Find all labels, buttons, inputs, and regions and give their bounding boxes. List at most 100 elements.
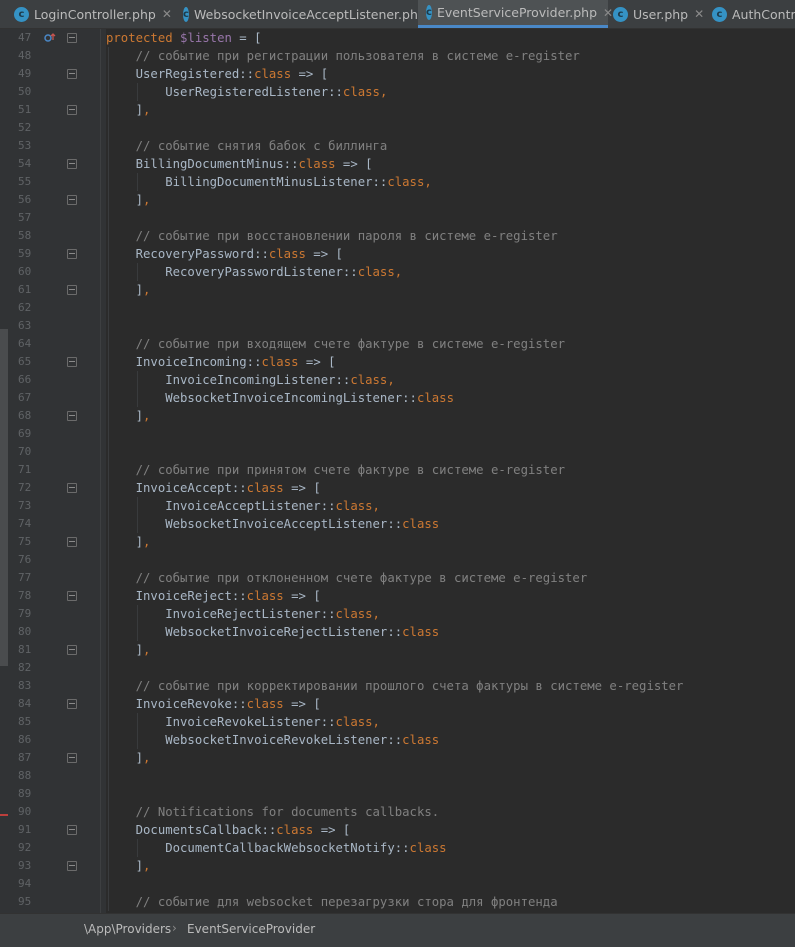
line-number: 77 <box>18 571 32 584</box>
line-number: 62 <box>18 301 32 314</box>
code-text[interactable]: InvoiceReject::class => [ <box>106 587 321 605</box>
fold-icon[interactable] <box>67 483 77 493</box>
code-text[interactable]: // событие при входящем счете фактуре в … <box>106 335 565 353</box>
fold-icon[interactable] <box>67 861 77 871</box>
code-text[interactable]: InvoiceRevokeListener::class, <box>106 713 380 731</box>
code-text[interactable]: InvoiceIncoming::class => [ <box>106 353 336 371</box>
code-text[interactable]: InvoiceAcceptListener::class, <box>106 497 380 515</box>
code-text[interactable]: BillingDocumentMinus::class => [ <box>106 155 373 173</box>
tab-2[interactable]: cWebsocketInvoiceAcceptListener.php✕ <box>175 0 442 28</box>
code-line: 47 protected $listen = [ <box>0 29 795 47</box>
code-text[interactable]: InvoiceRevoke::class => [ <box>106 695 321 713</box>
fold-icon[interactable] <box>67 69 77 79</box>
code-text[interactable]: InvoiceAccept::class => [ <box>106 479 321 497</box>
fold-icon[interactable] <box>67 645 77 655</box>
fold-icon[interactable] <box>67 753 77 763</box>
fold-icon[interactable] <box>67 825 77 835</box>
code-text[interactable]: // событие снятия бабок с биллинга <box>106 137 388 155</box>
fold-icon[interactable] <box>67 285 77 295</box>
code-text[interactable]: ], <box>106 641 151 659</box>
code-text[interactable]: DocumentCallbackWebsocketNotify::class <box>106 839 446 857</box>
line-number: 54 <box>18 157 32 170</box>
code-editor[interactable]: 47 protected $listen = [48 // событие при… <box>0 29 795 913</box>
code-text[interactable]: // событие при восстановлении пароля в с… <box>106 227 558 245</box>
code-text[interactable]: ], <box>106 407 151 425</box>
indent-guide <box>108 47 109 911</box>
code-text[interactable]: BillingDocumentMinusListener::class, <box>106 173 432 191</box>
tab-1[interactable]: c LoginController.php ✕ <box>6 0 174 28</box>
tab-4[interactable]: c User.php ✕ <box>605 0 707 28</box>
indent-guide <box>137 371 138 407</box>
code-text[interactable]: // событие при отклоненном счете фактуре… <box>106 569 588 587</box>
code-line: 58 // событие при восстановлении пароля … <box>0 227 795 245</box>
fold-icon[interactable] <box>67 537 77 547</box>
fold-icon[interactable] <box>67 105 77 115</box>
code-text[interactable]: InvoiceRejectListener::class, <box>106 605 380 623</box>
code-text[interactable]: ], <box>106 101 151 119</box>
close-icon[interactable]: ✕ <box>694 7 704 21</box>
code-text[interactable]: UserRegisteredListener::class, <box>106 83 387 101</box>
line-number: 71 <box>18 463 32 476</box>
line-number: 58 <box>18 229 32 242</box>
tab-5[interactable]: c AuthControll <box>704 0 795 28</box>
line-number: 95 <box>18 895 32 908</box>
fold-icon[interactable] <box>67 357 77 367</box>
indent-guide <box>137 83 138 101</box>
code-line: 59 RecoveryPassword::class => [ <box>0 245 795 263</box>
close-icon[interactable]: ✕ <box>162 7 172 21</box>
code-line: 57 <box>0 209 795 227</box>
line-number: 87 <box>18 751 32 764</box>
code-text[interactable]: ], <box>106 191 151 209</box>
code-text[interactable]: WebsocketInvoiceRejectListener::class <box>106 623 439 641</box>
code-line: 68 ], <box>0 407 795 425</box>
code-line: 73 InvoiceAcceptListener::class, <box>0 497 795 515</box>
fold-icon[interactable] <box>67 699 77 709</box>
breadcrumb-class[interactable]: EventServiceProvider <box>187 922 315 936</box>
code-line: 72 InvoiceAccept::class => [ <box>0 479 795 497</box>
code-line: 62 <box>0 299 795 317</box>
line-number: 75 <box>18 535 32 548</box>
line-number: 56 <box>18 193 32 206</box>
code-text[interactable]: ], <box>106 281 151 299</box>
code-text[interactable]: WebsocketInvoiceRevokeListener::class <box>106 731 439 749</box>
code-text[interactable]: // событие при регистрации пользователя … <box>106 47 580 65</box>
line-number: 68 <box>18 409 32 422</box>
fold-icon[interactable] <box>67 33 77 43</box>
code-line: 65 InvoiceIncoming::class => [ <box>0 353 795 371</box>
code-text[interactable]: WebsocketInvoiceAcceptListener::class <box>106 515 439 533</box>
code-text[interactable]: DocumentsCallback::class => [ <box>106 821 351 839</box>
code-text[interactable]: // Notifications for documents callbacks… <box>106 803 440 821</box>
code-text[interactable]: UserRegistered::class => [ <box>106 65 329 83</box>
code-text[interactable]: // событие для websocket перезагрузки ст… <box>106 893 558 911</box>
line-number: 47 <box>18 31 32 44</box>
breadcrumb-namespace[interactable]: \App\Providers <box>84 922 171 936</box>
code-line: 87 ], <box>0 749 795 767</box>
code-text[interactable]: // событие при принятом счете фактуре в … <box>106 461 565 479</box>
fold-icon[interactable] <box>67 411 77 421</box>
code-line: 69 <box>0 425 795 443</box>
code-line: 79 InvoiceRejectListener::class, <box>0 605 795 623</box>
line-number: 94 <box>18 877 32 890</box>
code-text[interactable]: RecoveryPassword::class => [ <box>106 245 343 263</box>
code-text[interactable]: ], <box>106 857 151 875</box>
code-text[interactable]: ], <box>106 533 151 551</box>
line-number: 86 <box>18 733 32 746</box>
override-icon[interactable] <box>44 32 56 44</box>
code-text[interactable]: WebsocketInvoiceIncomingListener::class <box>106 389 454 407</box>
code-line: 52 <box>0 119 795 137</box>
code-text[interactable]: RecoveryPasswordListener::class, <box>106 263 402 281</box>
php-class-icon: c <box>426 5 432 20</box>
code-line: 64 // событие при входящем счете фактуре… <box>0 335 795 353</box>
code-text[interactable]: InvoiceIncomingListener::class, <box>106 371 395 389</box>
code-text[interactable]: protected $listen = [ <box>106 29 262 47</box>
fold-icon[interactable] <box>67 249 77 259</box>
fold-icon[interactable] <box>67 159 77 169</box>
breadcrumb-separator: › <box>172 921 177 935</box>
code-line: 94 <box>0 875 795 893</box>
code-text[interactable]: ], <box>106 749 151 767</box>
fold-icon[interactable] <box>67 591 77 601</box>
tab-3[interactable]: c EventServiceProvider.php ✕ <box>418 0 613 28</box>
fold-icon[interactable] <box>67 195 77 205</box>
code-text[interactable]: // событие при корректировании прошлого … <box>106 677 684 695</box>
line-number: 49 <box>18 67 32 80</box>
